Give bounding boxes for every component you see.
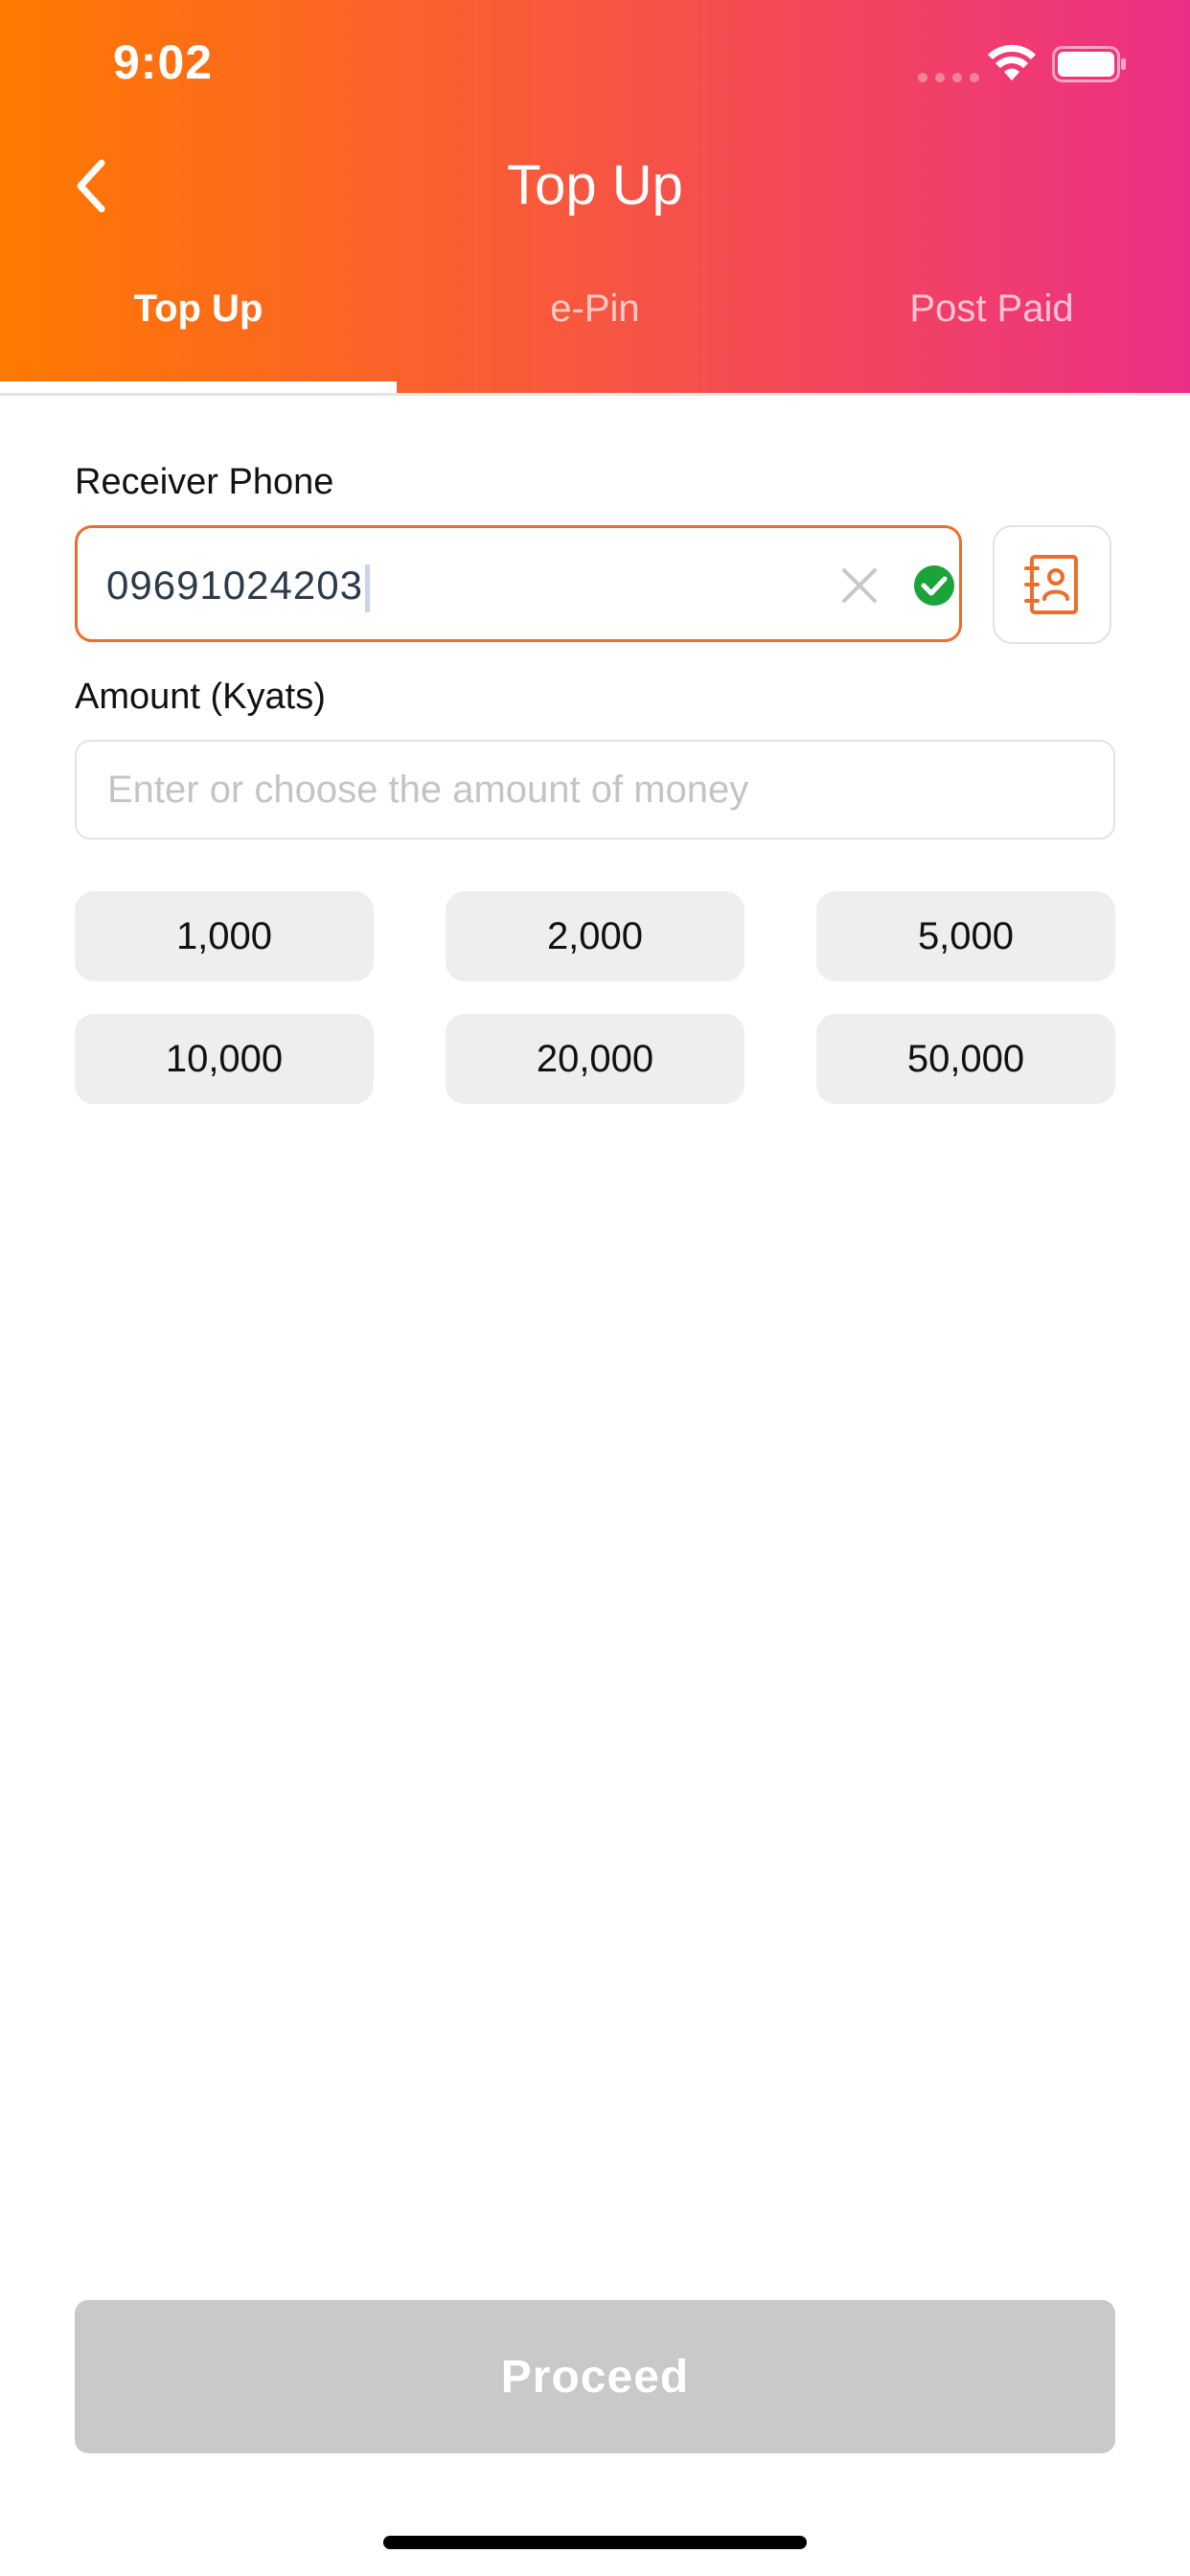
active-tab-indicator <box>0 381 397 393</box>
tab-top-up[interactable]: Top Up <box>0 274 397 395</box>
battery-icon <box>1052 46 1126 82</box>
receiver-phone-label: Receiver Phone <box>75 462 334 502</box>
home-indicator[interactable] <box>383 2536 807 2549</box>
tab-post-paid[interactable]: Post Paid <box>793 274 1190 395</box>
amount-option-1000[interactable]: 1,000 <box>75 891 374 981</box>
tab-bar: Top Up e-Pin Post Paid <box>0 274 1190 395</box>
amount-input[interactable] <box>75 740 1115 840</box>
amount-option-50000[interactable]: 50,000 <box>816 1014 1115 1104</box>
amount-option-20000[interactable]: 20,000 <box>446 1014 744 1104</box>
page-title: Top Up <box>507 154 683 217</box>
contacts-button[interactable] <box>993 525 1111 644</box>
receiver-phone-input[interactable]: 09691024203 <box>75 525 962 642</box>
proceed-button[interactable]: Proceed <box>75 2300 1115 2453</box>
signal-icon <box>918 73 979 82</box>
amount-option-10000[interactable]: 10,000 <box>75 1014 374 1104</box>
header: 9:02 Top Up Top Up e-Pin Post Paid <box>0 0 1190 395</box>
receiver-phone-value: 09691024203 <box>106 563 370 612</box>
wifi-icon <box>988 44 1036 80</box>
status-bar: 9:02 <box>0 0 1190 134</box>
amount-option-2000[interactable]: 2,000 <box>446 891 744 981</box>
status-time: 9:02 <box>113 35 214 89</box>
divider <box>0 393 1190 396</box>
amount-label: Amount (Kyats) <box>75 677 326 717</box>
check-circle-icon <box>914 565 954 606</box>
amount-option-5000[interactable]: 5,000 <box>816 891 1115 981</box>
tab-e-pin[interactable]: e-Pin <box>397 274 793 395</box>
clear-icon[interactable] <box>835 561 884 610</box>
contacts-book-icon <box>1024 555 1078 614</box>
